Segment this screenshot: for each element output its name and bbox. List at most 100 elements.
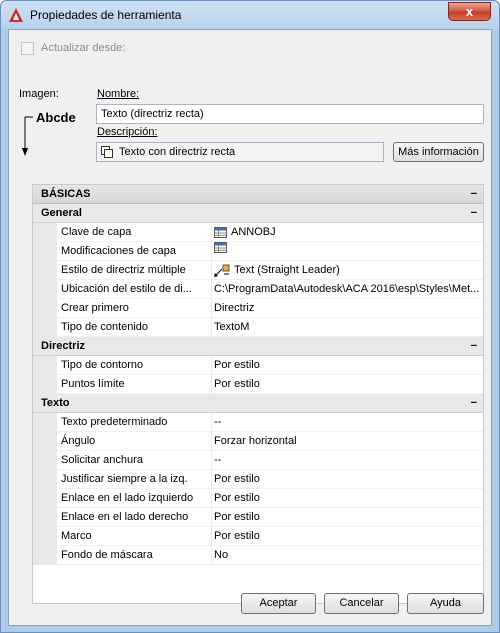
property-row[interactable]: Modificaciones de capa (33, 242, 483, 261)
property-value[interactable]: ANNOBJ (214, 223, 481, 241)
property-row[interactable]: Crear primero Directriz (33, 299, 483, 318)
property-name: Solicitar anchura (61, 454, 143, 466)
property-value[interactable]: Por estilo (214, 527, 481, 545)
window-title: Propiedades de herramienta (30, 8, 182, 22)
property-value[interactable]: C:\ProgramData\Autodesk\ACA 2016\esp\Sty… (214, 280, 481, 298)
property-value[interactable]: Forzar horizontal (214, 432, 481, 450)
property-value[interactable]: Por estilo (214, 470, 481, 488)
property-grid: BÁSICAS − General − Clave de capa ANNOBJ M… (32, 184, 484, 604)
property-value-text: Por estilo (214, 359, 260, 371)
aceptar-button[interactable]: Aceptar (241, 593, 316, 614)
property-name: Texto predeterminado (61, 416, 168, 428)
column-divider (211, 318, 212, 337)
property-row[interactable]: Puntos límite Por estilo (33, 375, 483, 394)
property-value[interactable]: Text (Straight Leader) (214, 261, 481, 279)
cancelar-button[interactable]: Cancelar (324, 593, 399, 614)
property-value[interactable]: Por estilo (214, 508, 481, 526)
row-gutter (33, 489, 57, 508)
category-general[interactable]: General − (33, 204, 483, 223)
property-name: Enlace en el lado izquierdo (61, 492, 194, 504)
row-gutter (33, 223, 57, 242)
property-value-text: Directriz (214, 302, 255, 314)
row-gutter (33, 375, 57, 394)
property-value[interactable]: TextoM (214, 318, 481, 336)
ayuda-button[interactable]: Ayuda (407, 593, 484, 614)
property-row[interactable]: Fondo de máscara No (33, 546, 483, 565)
close-icon: x (465, 4, 474, 19)
close-button[interactable]: x (448, 2, 491, 21)
property-row[interactable]: Marco Por estilo (33, 527, 483, 546)
property-row[interactable]: Clave de capa ANNOBJ (33, 223, 483, 242)
property-row[interactable]: Enlace en el lado izquierdo Por estilo (33, 489, 483, 508)
property-name: Estilo de directriz múltiple (61, 264, 186, 276)
column-divider (211, 451, 212, 470)
property-name: Ubicación del estilo de di... (61, 283, 192, 295)
property-value[interactable]: No (214, 546, 481, 564)
title-bar[interactable]: Propiedades de herramienta x (1, 1, 499, 29)
column-divider (211, 375, 212, 394)
row-gutter (33, 299, 57, 318)
property-value[interactable]: Por estilo (214, 489, 481, 507)
property-row[interactable]: Texto predeterminado -- (33, 413, 483, 432)
row-gutter (33, 451, 57, 470)
column-divider (211, 299, 212, 318)
property-row[interactable]: Justificar siempre a la izq. Por estilo (33, 470, 483, 489)
row-gutter (33, 508, 57, 527)
descripcion-label: Descripción: (97, 126, 158, 138)
property-value-text: Text (Straight Leader) (234, 264, 340, 276)
property-row[interactable]: Ángulo Forzar horizontal (33, 432, 483, 451)
layer-overrides-icon[interactable] (214, 242, 227, 253)
category-directriz-label: Directriz (41, 340, 86, 352)
collapse-icon[interactable]: − (471, 185, 477, 203)
property-row[interactable]: Ubicación del estilo de di... C:\ProgramD… (33, 280, 483, 299)
property-name: Ángulo (61, 435, 96, 447)
property-row[interactable]: Tipo de contorno Por estilo (33, 356, 483, 375)
property-value-text: Por estilo (214, 530, 260, 542)
section-basicas[interactable]: BÁSICAS − (33, 185, 483, 204)
property-value[interactable]: Por estilo (214, 375, 481, 393)
collapse-icon[interactable]: − (471, 204, 477, 222)
property-name: Puntos límite (61, 378, 125, 390)
preview-text: Abcde (36, 110, 76, 125)
property-value[interactable]: Directriz (214, 299, 481, 317)
property-value-text: -- (214, 454, 222, 466)
category-directriz[interactable]: Directriz − (33, 337, 483, 356)
property-name: Marco (61, 530, 92, 542)
actualizar-label: Actualizar desde: (41, 42, 126, 54)
tool-preview-image: Abcde (21, 110, 91, 160)
property-name: Fondo de máscara (61, 549, 153, 561)
property-value-text: No (214, 549, 229, 561)
property-row[interactable]: Tipo de contenido TextoM (33, 318, 483, 337)
layer-key-icon[interactable] (214, 226, 227, 238)
property-value[interactable]: -- (214, 451, 481, 469)
property-row[interactable]: Solicitar anchura -- (33, 451, 483, 470)
property-value[interactable]: -- (214, 413, 481, 431)
column-divider (211, 356, 212, 375)
property-name: Crear primero (61, 302, 129, 314)
column-divider (211, 470, 212, 489)
category-texto[interactable]: Texto − (33, 394, 483, 413)
mleader-style-icon (214, 264, 230, 277)
column-divider (211, 223, 212, 242)
property-row[interactable]: Estilo de directriz múltiple Text (Straig… (33, 261, 483, 280)
row-gutter (33, 242, 57, 261)
tool-properties-dialog: Propiedades de herramienta x Actualizar … (0, 0, 500, 633)
column-divider (211, 489, 212, 508)
property-row[interactable]: Enlace en el lado derecho Por estilo (33, 508, 483, 527)
nombre-field[interactable]: Texto (directriz recta) (96, 104, 484, 124)
row-gutter (33, 413, 57, 432)
property-name: Tipo de contenido (61, 321, 149, 333)
category-general-label: General (41, 207, 82, 219)
collapse-icon[interactable]: − (471, 394, 477, 412)
descripcion-value: Texto con directriz recta (119, 146, 236, 158)
description-edit-icon (101, 146, 113, 158)
descripcion-field[interactable]: Texto con directriz recta (96, 142, 384, 162)
property-value[interactable]: Por estilo (214, 356, 481, 374)
property-name: Clave de capa (61, 226, 132, 238)
property-value[interactable] (214, 242, 481, 253)
actualizar-checkbox[interactable] (21, 42, 34, 55)
row-gutter (33, 318, 57, 337)
mas-informacion-button[interactable]: Más información (393, 142, 484, 162)
collapse-icon[interactable]: − (471, 337, 477, 355)
dialog-client: Actualizar desde: Imagen: Nombre: Texto … (8, 29, 492, 626)
